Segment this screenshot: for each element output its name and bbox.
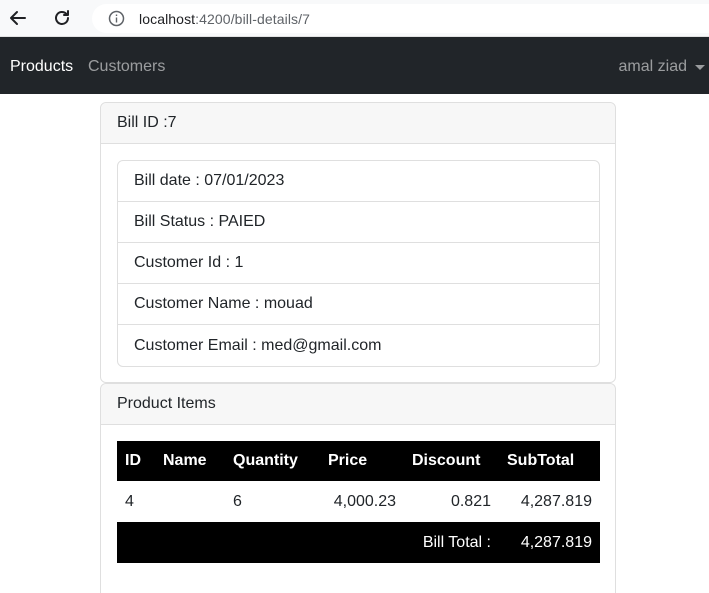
column-header-price: Price: [320, 441, 404, 481]
url-text: localhost:4200/bill-details/7: [139, 11, 310, 27]
browser-toolbar: localhost:4200/bill-details/7: [0, 0, 709, 37]
bill-status-item: Bill Status : PAIED: [118, 202, 599, 243]
bill-total-row: Bill Total : 4,287.819: [117, 522, 600, 563]
info-icon[interactable]: [108, 10, 125, 27]
column-header-id: ID: [117, 441, 155, 481]
column-header-name: Name: [155, 441, 225, 481]
user-menu-dropdown[interactable]: amal ziad: [619, 58, 705, 76]
bill-card-header: Bill ID :7: [101, 103, 615, 144]
table-row: 4 6 4,000.23 0.821 4,287.819: [117, 481, 600, 522]
cell-id: 4: [125, 492, 134, 510]
bill-card: Bill ID :7 Bill date : 07/01/2023 Bill S…: [100, 102, 616, 383]
product-items-table: ID Name Quantity Price Discount SubTotal…: [117, 441, 600, 563]
cell-discount: 0.821: [450, 492, 491, 510]
caret-down-icon: [695, 65, 705, 70]
reload-icon[interactable]: [51, 7, 73, 29]
product-items-card: Product Items ID Name Quantity Price Dis…: [100, 383, 616, 593]
customer-name-item: Customer Name : mouad: [118, 284, 599, 325]
column-header-subtotal: SubTotal: [499, 441, 600, 481]
bill-total-value: 4,287.819: [499, 522, 600, 563]
table-header-row: ID Name Quantity Price Discount SubTotal: [117, 441, 600, 481]
customer-id-item: Customer Id : 1: [118, 243, 599, 284]
user-name: amal ziad: [618, 58, 687, 75]
cell-price: 4,000.23: [333, 492, 396, 510]
cell-quantity: 6: [233, 492, 242, 510]
url-path: :4200/bill-details/7: [195, 10, 311, 27]
cell-name: [155, 481, 225, 522]
address-bar[interactable]: localhost:4200/bill-details/7: [92, 4, 709, 33]
customer-email-item: Customer Email : med@gmail.com: [134, 336, 382, 354]
column-header-quantity: Quantity: [225, 441, 320, 481]
cell-subtotal: 4,287.819: [520, 492, 592, 510]
url-host: localhost: [139, 10, 196, 27]
nav-customers-link[interactable]: Customers: [88, 58, 165, 76]
product-items-header: Product Items: [101, 384, 615, 425]
nav-products-link[interactable]: Products: [10, 58, 73, 76]
back-arrow-icon[interactable]: [7, 7, 29, 29]
bill-date-item: Bill date : 07/01/2023: [118, 161, 599, 202]
bill-details-list: Bill date : 07/01/2023 Bill Status : PAI…: [117, 160, 600, 367]
app-navbar: Products Customers amal ziad: [0, 37, 709, 94]
bill-total-label: Bill Total :: [117, 522, 499, 563]
column-header-discount: Discount: [404, 441, 499, 481]
